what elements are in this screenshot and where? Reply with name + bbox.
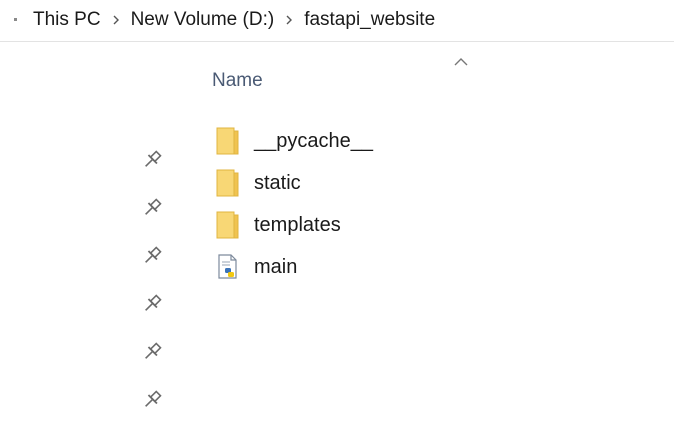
pin-icon[interactable] xyxy=(140,148,164,172)
file-name: __pycache__ xyxy=(254,129,373,152)
python-file-icon xyxy=(212,251,246,283)
column-header-name[interactable]: Name xyxy=(212,70,263,92)
pin-icon[interactable] xyxy=(140,196,164,220)
sort-ascending-icon[interactable] xyxy=(452,56,470,68)
breadcrumb-this-pc[interactable]: This PC xyxy=(33,9,101,31)
list-item-folder[interactable]: __pycache__ xyxy=(212,120,373,162)
list-item-folder[interactable]: templates xyxy=(212,204,373,246)
breadcrumb-new-volume[interactable]: New Volume (D:) xyxy=(131,9,275,31)
pin-icon[interactable] xyxy=(140,340,164,364)
file-name: static xyxy=(254,171,301,194)
chevron-right-icon[interactable] xyxy=(101,9,131,31)
pin-icon[interactable] xyxy=(140,292,164,316)
folder-icon xyxy=(212,167,246,199)
quick-access-pins xyxy=(140,148,166,434)
file-list: __pycache__ static templates main xyxy=(212,120,373,288)
file-explorer-window: This PC New Volume (D:) fastapi_website … xyxy=(0,0,674,434)
address-bar[interactable]: This PC New Volume (D:) fastapi_website xyxy=(0,0,674,42)
file-name: templates xyxy=(254,213,341,236)
breadcrumb: This PC New Volume (D:) fastapi_website xyxy=(33,9,435,31)
pin-icon[interactable] xyxy=(140,388,164,412)
list-item-folder[interactable]: static xyxy=(212,162,373,204)
folder-icon xyxy=(212,209,246,241)
list-item-python-file[interactable]: main xyxy=(212,246,373,288)
breadcrumb-edge-mark xyxy=(14,18,17,21)
breadcrumb-fastapi-website[interactable]: fastapi_website xyxy=(304,9,435,31)
chevron-right-icon[interactable] xyxy=(274,9,304,31)
folder-icon xyxy=(212,125,246,157)
pin-icon[interactable] xyxy=(140,244,164,268)
file-name: main xyxy=(254,255,298,278)
